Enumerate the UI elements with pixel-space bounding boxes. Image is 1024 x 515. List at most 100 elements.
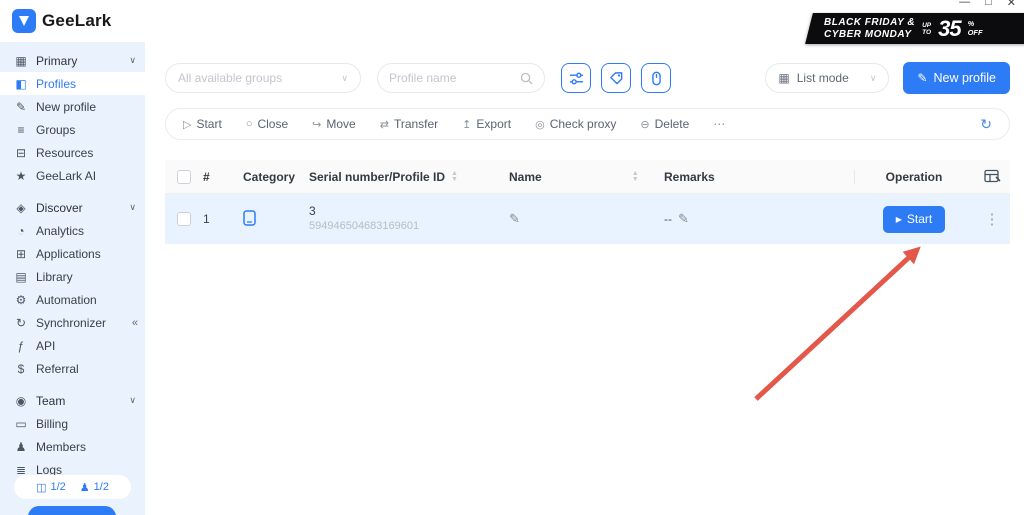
chevron-down-icon: ∨ <box>129 55 136 66</box>
view-mode-select[interactable]: ▦ List mode ∨ <box>765 63 889 93</box>
select-all-checkbox[interactable] <box>177 170 191 184</box>
sliders-icon <box>569 71 584 86</box>
promo-upto: UP TO <box>922 22 931 36</box>
api-icon: ƒ <box>13 339 29 353</box>
geelark-logo-icon <box>12 9 36 33</box>
sidebar-item-automation[interactable]: ⚙ Automation <box>0 288 145 311</box>
main-content: BLACK FRIDAY & CYBER MONDAY UP TO 35 % O… <box>145 0 1024 515</box>
profiles-table: # Category Serial number/Profile ID ▲ ▼ … <box>165 160 1010 244</box>
bulk-transfer-button[interactable]: ⇄ Transfer <box>380 117 438 131</box>
header-name: Name <box>509 170 542 184</box>
close-button[interactable]: ✕ <box>1007 0 1016 9</box>
pencil-square-icon: ✎ <box>13 100 29 114</box>
promo-discount: 35 <box>938 18 960 40</box>
edit-remarks-icon[interactable]: ✎ <box>678 211 689 227</box>
item-label: Resources <box>36 146 93 160</box>
group-filter-select[interactable]: All available groups ∨ <box>165 63 361 93</box>
sidebar-item-synchronizer[interactable]: ↻ Synchronizer « <box>0 311 145 334</box>
item-label: API <box>36 339 55 353</box>
header-index: # <box>203 170 243 184</box>
check-proxy-button[interactable]: ◎ Check proxy <box>535 117 616 131</box>
sidebar-item-applications[interactable]: ⊞ Applications <box>0 242 145 265</box>
compass-icon: ◈ <box>13 201 29 215</box>
item-label: GeeLark AI <box>36 169 96 183</box>
list-icon: ≡ <box>13 123 29 137</box>
table-header-row: # Category Serial number/Profile ID ▲ ▼ … <box>165 160 1010 194</box>
bottom-action-button[interactable] <box>28 506 116 515</box>
section-label: Discover <box>36 201 83 215</box>
row-more-options-icon[interactable]: ⋮ <box>985 210 1000 228</box>
chevron-down-icon: ∨ <box>341 73 348 84</box>
sidebar-section-primary[interactable]: ▦ Primary ∨ <box>0 49 145 72</box>
sidebar-item-analytics[interactable]: ◔ Analytics <box>0 219 145 242</box>
sidebar-item-library[interactable]: ▤ Library <box>0 265 145 288</box>
item-label: Members <box>36 440 86 454</box>
profiles-usage-count: 1/2 <box>50 481 65 493</box>
row-checkbox[interactable] <box>177 212 191 226</box>
advanced-filter-button[interactable] <box>561 63 591 93</box>
sidebar-item-resources[interactable]: ⊟ Resources <box>0 141 145 164</box>
item-label: Referral <box>36 362 79 376</box>
profile-id: 594946504683169601 <box>309 219 419 234</box>
new-profile-button[interactable]: ✎ New profile <box>903 62 1010 94</box>
sidebar-item-new-profile[interactable]: ✎ New profile <box>0 95 145 118</box>
bulk-move-button[interactable]: ↪ Move <box>312 117 356 131</box>
tag-filter-button[interactable] <box>601 63 631 93</box>
serial-sort-control[interactable]: ▲ ▼ <box>451 171 458 182</box>
serial-cell: 3 594946504683169601 <box>309 204 419 234</box>
quick-filter-buttons <box>561 63 671 93</box>
sidebar-collapse-icon[interactable]: « <box>132 317 136 329</box>
item-label: Applications <box>36 247 101 261</box>
action-label: Transfer <box>394 117 438 131</box>
more-actions-button[interactable]: ⋯ <box>713 117 726 131</box>
chevron-down-icon: ∨ <box>870 73 877 84</box>
export-icon: ↥ <box>462 118 471 131</box>
sidebar-item-referral[interactable]: $ Referral <box>0 357 145 380</box>
sidebar-item-profiles[interactable]: ◧ Profiles <box>0 72 145 95</box>
sidebar-section-team[interactable]: ◉ Team ∨ <box>0 389 145 412</box>
bulk-export-button[interactable]: ↥ Export <box>462 117 511 131</box>
table-settings-icon[interactable] <box>984 169 1001 184</box>
row-category <box>243 210 309 229</box>
phone-icon <box>649 71 664 86</box>
remarks-value: -- <box>664 212 672 226</box>
app-logo[interactable]: GeeLark <box>0 0 145 42</box>
device-filter-button[interactable] <box>641 63 671 93</box>
table-row[interactable]: 1 3 594946504683169601 ✎ -- ✎ <box>165 194 1010 244</box>
sidebar-item-groups[interactable]: ≡ Groups <box>0 118 145 141</box>
minimize-button[interactable]: — <box>959 0 970 9</box>
sidebar-item-billing[interactable]: ▭ Billing <box>0 412 145 435</box>
start-profile-button[interactable]: ▶ Start <box>883 206 946 233</box>
action-label: Start <box>196 117 221 131</box>
search-icon <box>520 72 533 85</box>
sidebar-item-members[interactable]: ♟ Members <box>0 435 145 458</box>
refresh-icon[interactable]: ↻ <box>980 116 992 133</box>
usage-pill[interactable]: ◫ 1/2 ♟ 1/2 <box>14 475 131 499</box>
promo-banner[interactable]: BLACK FRIDAY & CYBER MONDAY UP TO 35 % O… <box>805 13 1024 44</box>
move-icon: ↪ <box>312 118 321 131</box>
name-sort-control[interactable]: ▲ ▼ <box>632 171 639 182</box>
play-icon: ▶ <box>896 215 902 224</box>
sidebar-section-discover[interactable]: ◈ Discover ∨ <box>0 196 145 219</box>
promo-banner-content: BLACK FRIDAY & CYBER MONDAY UP TO 35 % O… <box>809 17 1024 40</box>
bulk-start-button[interactable]: ▷ Start <box>183 117 222 131</box>
bulk-delete-button[interactable]: ⊖ Delete <box>640 117 689 131</box>
action-label: Delete <box>655 117 690 131</box>
sidebar-item-geelark-ai[interactable]: ★ GeeLark AI <box>0 164 145 187</box>
sort-down-icon: ▼ <box>632 177 639 183</box>
sidebar-item-api[interactable]: ƒ API <box>0 334 145 357</box>
chart-icon: ◔ <box>13 224 29 238</box>
transfer-icon: ⇄ <box>380 118 389 131</box>
chevron-down-icon: ∨ <box>129 202 136 213</box>
gear-icon: ⚙ <box>13 293 29 307</box>
pencil-icon: ✎ <box>917 71 927 85</box>
search-input[interactable] <box>389 71 520 85</box>
bulk-action-bar: ▷ Start ○ Close ↪ Move ⇄ Transfer ↥ Expo… <box>165 108 1010 140</box>
edit-name-icon[interactable]: ✎ <box>509 211 520 227</box>
app-title: GeeLark <box>42 11 111 31</box>
maximize-button[interactable]: □ <box>985 0 992 9</box>
ellipsis-icon: ⋯ <box>713 117 726 131</box>
members-usage-count: 1/2 <box>94 481 109 493</box>
item-label: New profile <box>36 100 96 114</box>
bulk-close-button[interactable]: ○ Close <box>246 117 288 131</box>
